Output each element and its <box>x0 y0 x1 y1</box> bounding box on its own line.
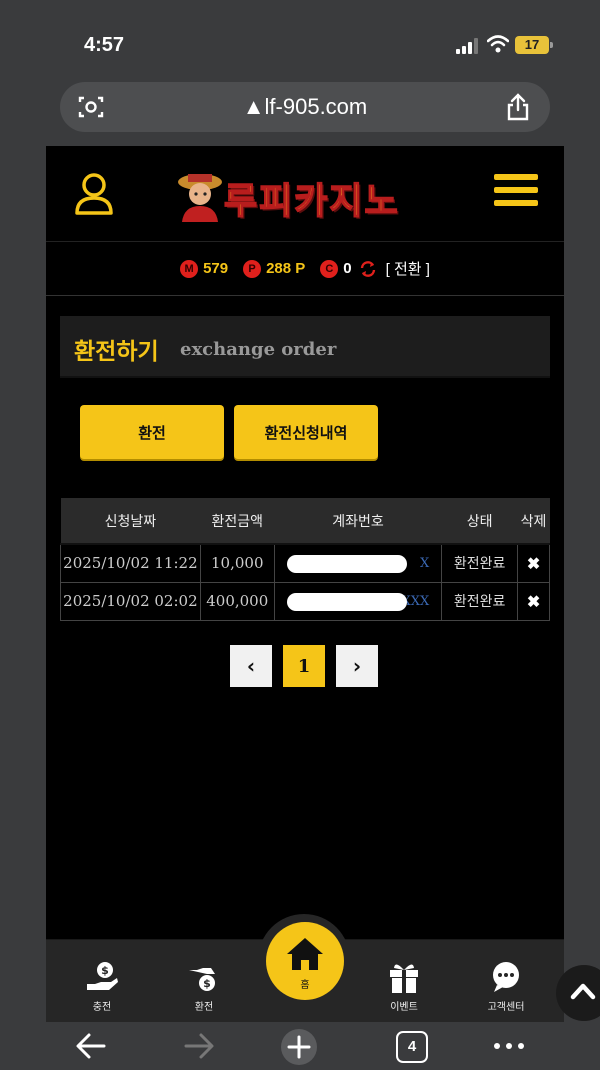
signal-icon <box>456 38 478 54</box>
logo-character-icon <box>178 174 222 222</box>
web-page: 루피카지노 M 579 P 288 P C 0 [ 전환 ] 환전하기 exch… <box>46 146 564 1022</box>
request-date: 2025/10/02 11:22 <box>60 543 201 583</box>
nav-charge-label: 충전 <box>92 1002 112 1013</box>
exchange-button[interactable]: 환전 <box>80 405 224 459</box>
site-header: 루피카지노 <box>46 146 564 242</box>
convert-link[interactable]: [ 전환 ] <box>386 258 430 279</box>
request-date: 2025/10/02 02:02 <box>60 581 201 621</box>
forward-arrow-icon[interactable] <box>182 1030 216 1062</box>
exchange-amount: 10,000 <box>199 543 275 583</box>
svg-text:$: $ <box>101 964 109 977</box>
redaction-mark <box>286 555 407 573</box>
column-header: 삭제 <box>517 498 550 545</box>
withdraw-icon: $ <box>189 968 215 991</box>
delete-icon[interactable]: ✖ <box>517 581 550 621</box>
prev-page-button[interactable]: ‹ <box>230 645 272 687</box>
account-number: X <box>273 543 443 583</box>
casino-coin-icon: C <box>320 259 339 278</box>
url-bar[interactable]: ▲lf-905.com <box>60 82 550 132</box>
deposit-icon: $ <box>87 962 118 990</box>
logo-text: 루피카지노 <box>223 180 400 223</box>
support-chat-icon <box>493 962 519 992</box>
point-coin-icon: P <box>243 259 262 278</box>
status-cell: 환전완료 <box>441 581 519 621</box>
money-balance: 579 <box>203 260 229 277</box>
table-header-row: 신청날짜 환전금액 계좌번호 상태 삭제 <box>60 498 550 545</box>
account-number: XXXXX <box>273 581 443 621</box>
svg-text:$: $ <box>203 977 211 990</box>
nav-charge[interactable]: $ 충전 <box>72 960 132 1013</box>
gift-icon <box>390 964 418 993</box>
bottom-nav: $ 충전 $ 환전 홈 이벤트 고객센터 <box>46 914 564 1022</box>
status-time: 4:57 <box>84 34 125 56</box>
point-balance: 288 P <box>266 260 306 277</box>
table-row: 2025/10/02 11:22 10,000 X 환전완료 ✖ <box>60 543 550 583</box>
home-icon <box>287 938 323 970</box>
page-title: 환전하기 <box>74 339 159 365</box>
new-tab-plus-icon[interactable] <box>280 1028 318 1066</box>
hamburger-menu-icon[interactable] <box>494 174 538 214</box>
nav-support-label: 고객센터 <box>487 1002 525 1013</box>
redaction-mark <box>286 592 407 611</box>
page-1-button[interactable]: 1 <box>283 645 325 687</box>
ios-status-bar: 4:57 17 <box>0 0 600 80</box>
delete-icon[interactable]: ✖ <box>517 543 550 583</box>
balance-bar: M 579 P 288 P C 0 [ 전환 ] <box>46 242 564 296</box>
account-number-text: X <box>420 555 430 571</box>
home-button[interactable]: 홈 <box>266 922 344 1000</box>
user-icon[interactable] <box>74 172 114 216</box>
casino-balance: 0 <box>343 260 352 277</box>
browser-toolbar: 4 <box>0 1022 600 1070</box>
nav-event[interactable]: 이벤트 <box>374 960 434 1013</box>
nav-exchange[interactable]: $ 환전 <box>174 960 234 1013</box>
column-header: 환전금액 <box>200 498 275 545</box>
column-header: 신청날짜 <box>60 498 201 545</box>
status-cell: 환전완료 <box>441 543 519 583</box>
column-header: 상태 <box>441 498 518 545</box>
home-label: 홈 <box>300 980 310 991</box>
action-buttons: 환전 환전신청내역 <box>80 405 378 459</box>
exchange-history-button[interactable]: 환전신청내역 <box>234 405 378 459</box>
page-subtitle: exchange order <box>180 339 337 360</box>
lock-icon: ▲ <box>242 94 265 119</box>
nav-exchange-label: 환전 <box>194 1002 214 1013</box>
url-text[interactable]: ▲lf-905.com <box>60 94 550 120</box>
chevron-up-icon <box>570 983 596 1000</box>
next-page-button[interactable]: › <box>336 645 378 687</box>
url-value: lf-905.com <box>264 94 368 119</box>
back-arrow-icon[interactable] <box>74 1030 108 1062</box>
more-options-icon[interactable] <box>492 1030 526 1062</box>
money-coin-icon: M <box>180 259 199 278</box>
nav-support[interactable]: 고객센터 <box>476 960 536 1013</box>
wifi-icon <box>487 35 509 53</box>
exchange-amount: 400,000 <box>199 581 275 621</box>
column-header: 계좌번호 <box>274 498 442 545</box>
share-icon[interactable] <box>506 93 530 121</box>
table-row: 2025/10/02 02:02 400,000 XXXXX 환전완료 ✖ <box>60 581 550 621</box>
battery-icon: 17 <box>515 36 553 54</box>
pagination: ‹ 1 › <box>230 645 378 687</box>
section-header: 환전하기 exchange order <box>60 316 550 378</box>
refresh-icon[interactable] <box>359 260 377 278</box>
nav-event-label: 이벤트 <box>390 1002 418 1013</box>
exchange-history-table: 신청날짜 환전금액 계좌번호 상태 삭제 2025/10/02 11:22 10… <box>60 498 550 621</box>
site-logo[interactable]: 루피카지노 <box>174 168 442 223</box>
tabs-button[interactable]: 4 <box>396 1031 428 1063</box>
